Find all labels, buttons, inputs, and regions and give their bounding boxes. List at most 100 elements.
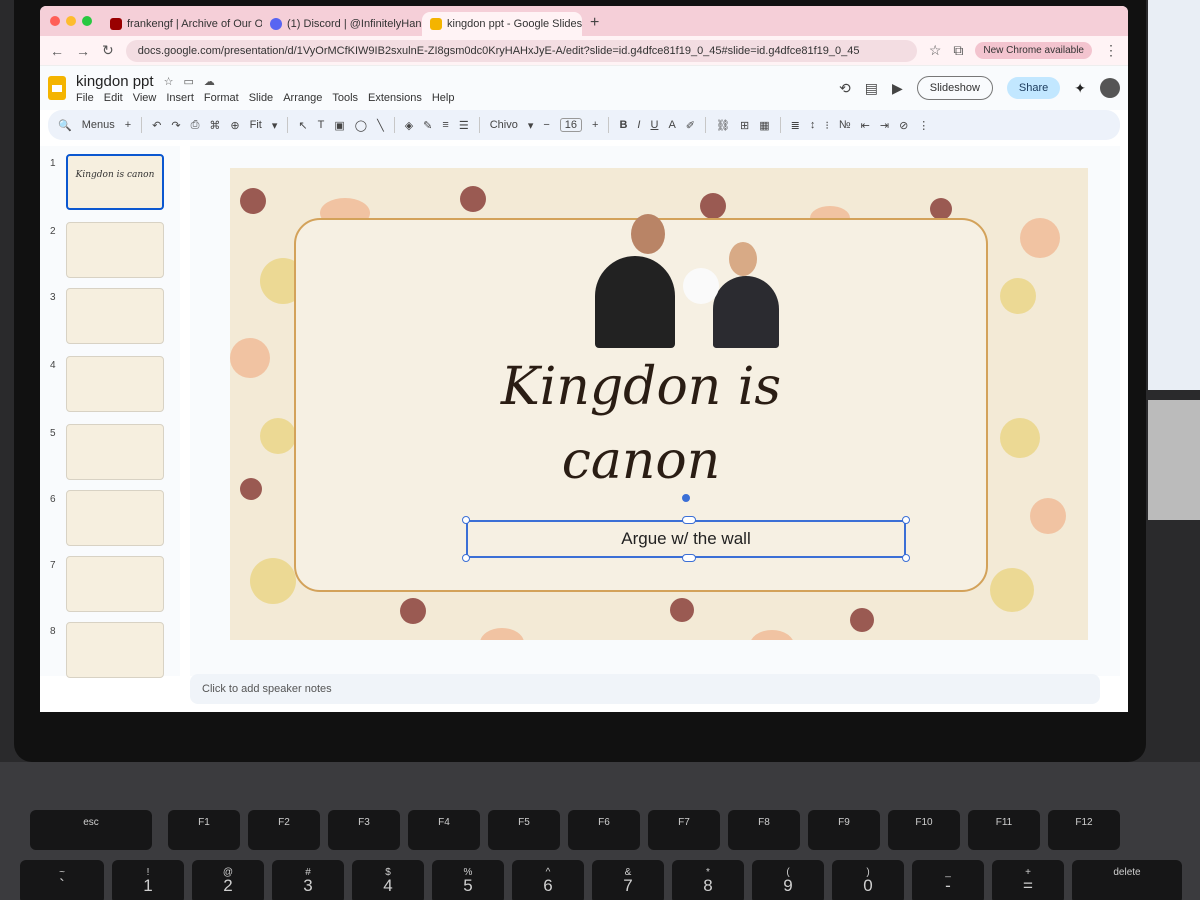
menu-tools[interactable]: Tools xyxy=(332,92,358,104)
slide-thumbnail-3[interactable] xyxy=(66,288,164,344)
menu-help[interactable]: Help xyxy=(432,92,455,104)
slide-thumbnail-1[interactable]: Kingdon is canon xyxy=(66,154,164,210)
slide-title[interactable]: Kingdon is canon xyxy=(310,350,972,498)
speaker-notes[interactable]: Click to add speaker notes xyxy=(190,674,1100,704)
resize-handle-br[interactable] xyxy=(902,554,910,562)
image-icon[interactable]: ▣ xyxy=(334,119,344,132)
resize-handle-tr[interactable] xyxy=(902,516,910,524)
resize-handle-top[interactable] xyxy=(682,516,696,524)
close-window-button[interactable] xyxy=(50,16,60,26)
document-title[interactable]: kingdon ppt xyxy=(76,73,154,90)
decrease-font-size-icon[interactable]: − xyxy=(543,119,549,131)
align-icon[interactable]: ≣ xyxy=(791,119,800,132)
comment-add-icon[interactable]: ⊞ xyxy=(740,119,749,132)
key-delete: delete xyxy=(1072,860,1182,900)
bookmark-star-icon[interactable]: ☆ xyxy=(929,42,942,59)
menu-arrange[interactable]: Arrange xyxy=(283,92,322,104)
resize-handle-bottom[interactable] xyxy=(682,554,696,562)
browser-tab-slides[interactable]: kingdon ppt - Google Slides ✕ xyxy=(422,12,582,36)
menu-file[interactable]: File xyxy=(76,92,94,104)
resize-handle-tl[interactable] xyxy=(462,516,470,524)
increase-font-size-icon[interactable]: + xyxy=(592,119,598,131)
browser-tab-ao3[interactable]: frankengf | Archive of Our Ow ✕ xyxy=(102,12,262,36)
key-f11: F11 xyxy=(968,810,1040,850)
resize-handle-bl[interactable] xyxy=(462,554,470,562)
border-weight-icon[interactable]: ≡ xyxy=(442,119,448,131)
clear-formatting-icon[interactable]: ⊘ xyxy=(899,119,908,132)
slide-thumbnail-7[interactable] xyxy=(66,556,164,612)
forward-icon[interactable]: → xyxy=(76,43,90,59)
chevron-down-icon[interactable]: ▾ xyxy=(528,119,534,132)
border-dash-icon[interactable]: ☰ xyxy=(459,119,469,132)
numbered-list-icon[interactable]: № xyxy=(839,119,851,131)
url-field[interactable]: docs.google.com/presentation/d/1VyOrMCfK… xyxy=(125,39,917,62)
line-spacing-icon[interactable]: ↕ xyxy=(810,119,816,131)
indent-decrease-icon[interactable]: ⇤ xyxy=(861,119,870,132)
new-tab-button[interactable]: + xyxy=(582,14,607,36)
shape-icon[interactable]: ◯ xyxy=(355,119,367,132)
menu-insert[interactable]: Insert xyxy=(166,92,194,104)
account-avatar[interactable] xyxy=(1100,78,1120,98)
highlight-icon[interactable]: ✐ xyxy=(686,119,695,132)
undo-icon[interactable]: ↶ xyxy=(152,119,161,132)
underline-icon[interactable]: U xyxy=(650,119,658,131)
cutout-photo[interactable] xyxy=(595,206,785,348)
line-icon[interactable]: ╲ xyxy=(377,119,384,132)
meet-icon[interactable]: ▶ xyxy=(892,80,903,97)
select-pointer-icon[interactable]: ↖ xyxy=(298,119,307,132)
zoom-select[interactable]: Fit xyxy=(250,119,262,131)
font-select[interactable]: Chivo xyxy=(490,119,518,131)
bold-icon[interactable]: B xyxy=(619,119,627,131)
slide-canvas[interactable]: Kingdon is canon Argue w/ the wall xyxy=(230,168,1088,640)
reload-icon[interactable]: ↻ xyxy=(102,42,114,59)
slide-thumbnail-5[interactable] xyxy=(66,424,164,480)
border-color-icon[interactable]: ✎ xyxy=(423,119,432,132)
slide-thumbnail-8[interactable] xyxy=(66,622,164,678)
more-options-icon[interactable]: ⋮ xyxy=(918,119,929,132)
new-slide-icon[interactable]: + xyxy=(125,119,131,131)
menu-edit[interactable]: Edit xyxy=(104,92,123,104)
image-insert-icon[interactable]: ▦ xyxy=(759,119,769,132)
slide-thumbnail-4[interactable] xyxy=(66,356,164,412)
comments-icon[interactable]: ▤ xyxy=(865,80,878,97)
menu-extensions[interactable]: Extensions xyxy=(368,92,422,104)
slideshow-button[interactable]: Slideshow xyxy=(916,76,993,100)
slide-thumbnail-2[interactable] xyxy=(66,222,164,278)
search-menus-icon[interactable]: 🔍 xyxy=(58,119,72,132)
menu-format[interactable]: Format xyxy=(204,92,239,104)
move-folder-icon[interactable]: ▭ xyxy=(183,75,193,88)
menus-search[interactable]: Menus xyxy=(82,119,115,131)
minimize-window-button[interactable] xyxy=(66,16,76,26)
font-size-field[interactable]: 16 xyxy=(559,118,583,132)
maximize-window-button[interactable] xyxy=(82,16,92,26)
browser-menu-icon[interactable]: ⋮ xyxy=(1104,42,1118,59)
share-button[interactable]: Share xyxy=(1006,77,1061,99)
chevron-down-icon[interactable]: ▾ xyxy=(272,119,278,132)
new-chrome-badge[interactable]: New Chrome available xyxy=(975,42,1092,59)
redo-icon[interactable]: ↷ xyxy=(171,119,180,132)
star-icon[interactable]: ☆ xyxy=(164,75,174,88)
rotate-handle[interactable] xyxy=(682,494,690,502)
back-icon[interactable]: ← xyxy=(50,43,64,59)
gemini-icon[interactable]: ✦ xyxy=(1074,80,1086,97)
background-object xyxy=(1148,400,1200,520)
paint-format-icon[interactable]: ⌘ xyxy=(209,119,220,132)
text-box-icon[interactable]: T xyxy=(318,119,325,131)
extensions-icon[interactable]: ⧉ xyxy=(953,42,963,59)
zoom-icon[interactable]: ⊕ xyxy=(230,119,239,132)
menu-view[interactable]: View xyxy=(133,92,157,104)
menu-slide[interactable]: Slide xyxy=(249,92,273,104)
indent-increase-icon[interactable]: ⇥ xyxy=(880,119,889,132)
italic-icon[interactable]: I xyxy=(637,119,640,131)
fill-color-icon[interactable]: ◈ xyxy=(405,119,413,132)
slide-thumbnail-6[interactable] xyxy=(66,490,164,546)
bulleted-list-icon[interactable]: ⁝ xyxy=(825,119,829,132)
text-color-icon[interactable]: A xyxy=(668,119,675,131)
version-history-icon[interactable]: ⟲ xyxy=(839,80,851,97)
slides-logo-icon[interactable] xyxy=(48,76,66,100)
subtitle-textbox[interactable]: Argue w/ the wall xyxy=(466,520,906,558)
link-icon[interactable]: ⛓ xyxy=(716,119,730,132)
print-icon[interactable]: ⎙ xyxy=(191,119,200,132)
flower-decoration xyxy=(460,186,486,212)
browser-tab-discord[interactable]: (1) Discord | @InfinitelyHanna ✕ xyxy=(262,12,422,36)
